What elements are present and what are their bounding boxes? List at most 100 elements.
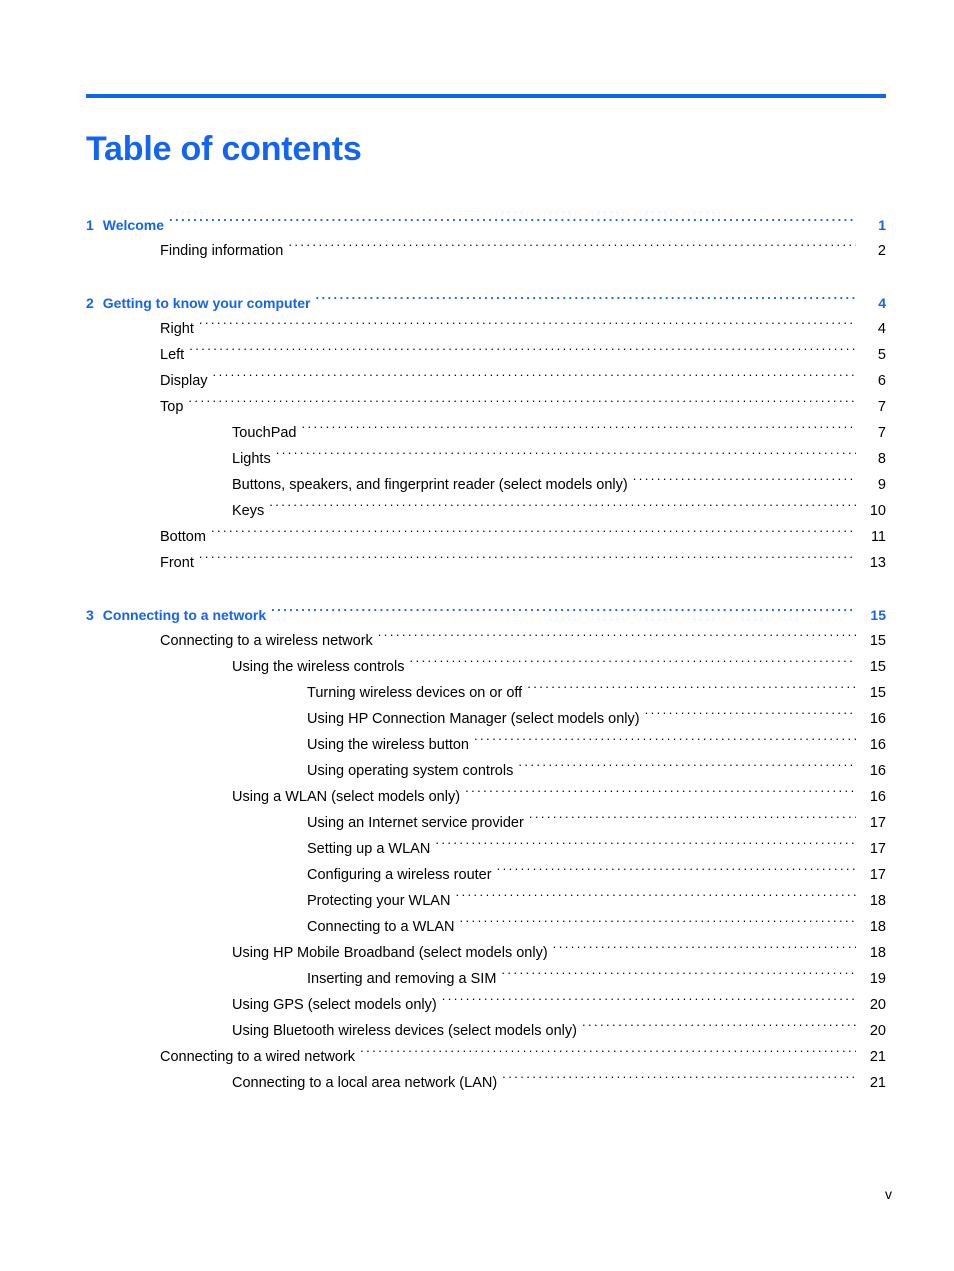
- toc-entry-page-number: 17: [869, 815, 886, 831]
- toc-leader-dots: [409, 657, 856, 672]
- toc-entry-level-3[interactable]: Connecting to a local area network (LAN)…: [86, 1070, 886, 1096]
- toc-entry-label-wrap: Connecting to a wired network: [86, 1044, 355, 1070]
- toc-leader-dots: [582, 1021, 856, 1036]
- toc-entry-level-2[interactable]: Display 6: [86, 368, 886, 394]
- toc-entry-level-3[interactable]: Buttons, speakers, and fingerprint reade…: [86, 472, 886, 498]
- toc-entry-page-number: 15: [869, 633, 886, 649]
- toc-entry-level-2[interactable]: Bottom 11: [86, 524, 886, 550]
- toc-leader-dots: [211, 527, 856, 542]
- toc-entry-label: Using GPS (select models only): [232, 997, 437, 1013]
- toc-entry-label: Buttons, speakers, and fingerprint reade…: [232, 477, 628, 493]
- toc-entry-level-3[interactable]: Using GPS (select models only) 20: [86, 992, 886, 1018]
- toc-entry-label: Using a WLAN (select models only): [232, 789, 461, 805]
- toc-entry-level-3[interactable]: Using HP Mobile Broadband (select models…: [86, 940, 886, 966]
- toc-entry-label-wrap: Front: [86, 550, 194, 576]
- toc-leader-dots: [188, 397, 856, 412]
- toc-entry-label-wrap: Setting up a WLAN: [86, 836, 430, 862]
- toc-entry-label: Turning wireless devices on or off: [307, 685, 523, 701]
- toc-entry-level-3[interactable]: Using Bluetooth wireless devices (select…: [86, 1018, 886, 1044]
- toc-leader-dots: [315, 294, 856, 308]
- toc-entry-page-number: 15: [869, 659, 886, 675]
- toc-entry-level-4[interactable]: Using an Internet service provider 17: [86, 810, 886, 836]
- toc-entry-level-2[interactable]: Top 7: [86, 394, 886, 420]
- toc-entry-page-number: 13: [869, 555, 886, 571]
- toc-entry-label: Setting up a WLAN: [307, 841, 431, 857]
- toc-entry-label-wrap: Lights: [86, 446, 271, 472]
- toc-entry-level-3[interactable]: Keys 10: [86, 498, 886, 524]
- toc-leader-dots: [553, 943, 856, 958]
- toc-entry-label: Welcome: [102, 217, 165, 233]
- toc-entry-level-1[interactable]: 1 Welcome 1: [86, 212, 886, 238]
- toc-entry-level-3[interactable]: Lights 8: [86, 446, 886, 472]
- toc-entry-level-3[interactable]: Using a WLAN (select models only) 16: [86, 784, 886, 810]
- toc-entry-label-wrap: Using operating system controls: [86, 758, 513, 784]
- toc-entry-level-2[interactable]: Connecting to a wireless network 15: [86, 628, 886, 654]
- toc-entry-label-wrap: Using the wireless controls: [86, 654, 404, 680]
- toc-leader-dots: [633, 475, 856, 490]
- toc-leader-dots: [378, 631, 856, 646]
- toc-entry-page-number: 21: [869, 1075, 886, 1091]
- toc-entry-label-wrap: Left: [86, 342, 184, 368]
- toc-entry-page-number: 11: [870, 529, 886, 545]
- toc-entry-level-3[interactable]: TouchPad 7: [86, 420, 886, 446]
- toc-entry-label-wrap: Getting to know your computer: [103, 290, 311, 316]
- toc-entry-page-number: 16: [869, 789, 886, 805]
- toc-entry-label-wrap: Connecting to a network: [103, 602, 266, 628]
- toc-entry-label: Display: [160, 373, 208, 389]
- toc-entry-level-2[interactable]: Front 13: [86, 550, 886, 576]
- toc-entry-label: Lights: [232, 451, 271, 467]
- toc-entry-level-2[interactable]: Finding information 2: [86, 238, 886, 264]
- toc-leader-dots: [269, 501, 856, 516]
- toc-leader-dots: [288, 241, 856, 256]
- toc-entry-label: Finding information: [160, 243, 284, 259]
- toc-leader-dots: [645, 709, 856, 724]
- toc-leader-dots: [518, 761, 856, 776]
- toc-entry-label: Using HP Connection Manager (select mode…: [307, 711, 640, 727]
- toc-entry-level-4[interactable]: Inserting and removing a SIM 19: [86, 966, 886, 992]
- toc-entry-label: Using an Internet service provider: [307, 815, 524, 831]
- toc-entry-label: Connecting to a wired network: [160, 1049, 356, 1065]
- toc-entry-label: Protecting your WLAN: [307, 893, 451, 909]
- toc-entry-label-wrap: Connecting to a WLAN: [86, 914, 455, 940]
- toc-entry-label-wrap: Using an Internet service provider: [86, 810, 524, 836]
- toc-leader-dots: [465, 787, 856, 802]
- toc-entry-label-wrap: Using the wireless button: [86, 732, 469, 758]
- toc-entry-level-4[interactable]: Using HP Connection Manager (select mode…: [86, 706, 886, 732]
- toc-entry-label-wrap: Right: [86, 316, 194, 342]
- toc-entry-page-number: 7: [877, 425, 886, 441]
- toc-entry-page-number: 15: [870, 607, 886, 623]
- toc-entry-level-2[interactable]: Right 4: [86, 316, 886, 342]
- toc-entry-level-2[interactable]: Left 5: [86, 342, 886, 368]
- toc-entry-level-2[interactable]: Connecting to a wired network 21: [86, 1044, 886, 1070]
- toc-entry-label-wrap: Top: [86, 394, 183, 420]
- toc-leader-dots: [527, 683, 856, 698]
- toc-entry-label-wrap: Using HP Connection Manager (select mode…: [86, 706, 640, 732]
- toc-entry-level-4[interactable]: Using the wireless button 16: [86, 732, 886, 758]
- toc-leader-dots: [497, 865, 856, 880]
- toc-entry-level-3[interactable]: Using the wireless controls 15: [86, 654, 886, 680]
- toc-entry-page-number: 5: [877, 347, 886, 363]
- toc-entry-page-number: 16: [869, 737, 886, 753]
- toc-entry-level-4[interactable]: Configuring a wireless router 17: [86, 862, 886, 888]
- toc-entry-level-4[interactable]: Turning wireless devices on or off 15: [86, 680, 886, 706]
- toc-entry-level-4[interactable]: Setting up a WLAN 17: [86, 836, 886, 862]
- toc-entry-page-number: 16: [869, 711, 886, 727]
- toc-leader-dots: [529, 813, 856, 828]
- toc-entry-level-4[interactable]: Connecting to a WLAN 18: [86, 914, 886, 940]
- toc-leader-dots: [199, 319, 856, 334]
- toc-leader-dots: [199, 553, 856, 568]
- toc-entry-level-1[interactable]: 2 Getting to know your computer 4: [86, 290, 886, 316]
- toc-leader-dots: [435, 839, 856, 854]
- toc-leader-dots: [213, 371, 856, 386]
- toc-entry-level-1[interactable]: 3 Connecting to a network 15: [86, 602, 886, 628]
- toc-entry-page-number: 17: [869, 867, 886, 883]
- toc-entry-label: Getting to know your computer: [102, 295, 311, 311]
- toc-entry-level-4[interactable]: Using operating system controls 16: [86, 758, 886, 784]
- toc-entry-page-number: 2: [877, 243, 886, 259]
- toc-leader-dots: [169, 216, 856, 230]
- toc-entry-label: Left: [160, 347, 185, 363]
- toc-entry-level-4[interactable]: Protecting your WLAN 18: [86, 888, 886, 914]
- toc-leader-dots: [271, 606, 856, 620]
- toc-leader-dots: [501, 969, 856, 984]
- toc-page: Table of contents 1 Welcome 1 Finding infor…: [0, 0, 954, 1271]
